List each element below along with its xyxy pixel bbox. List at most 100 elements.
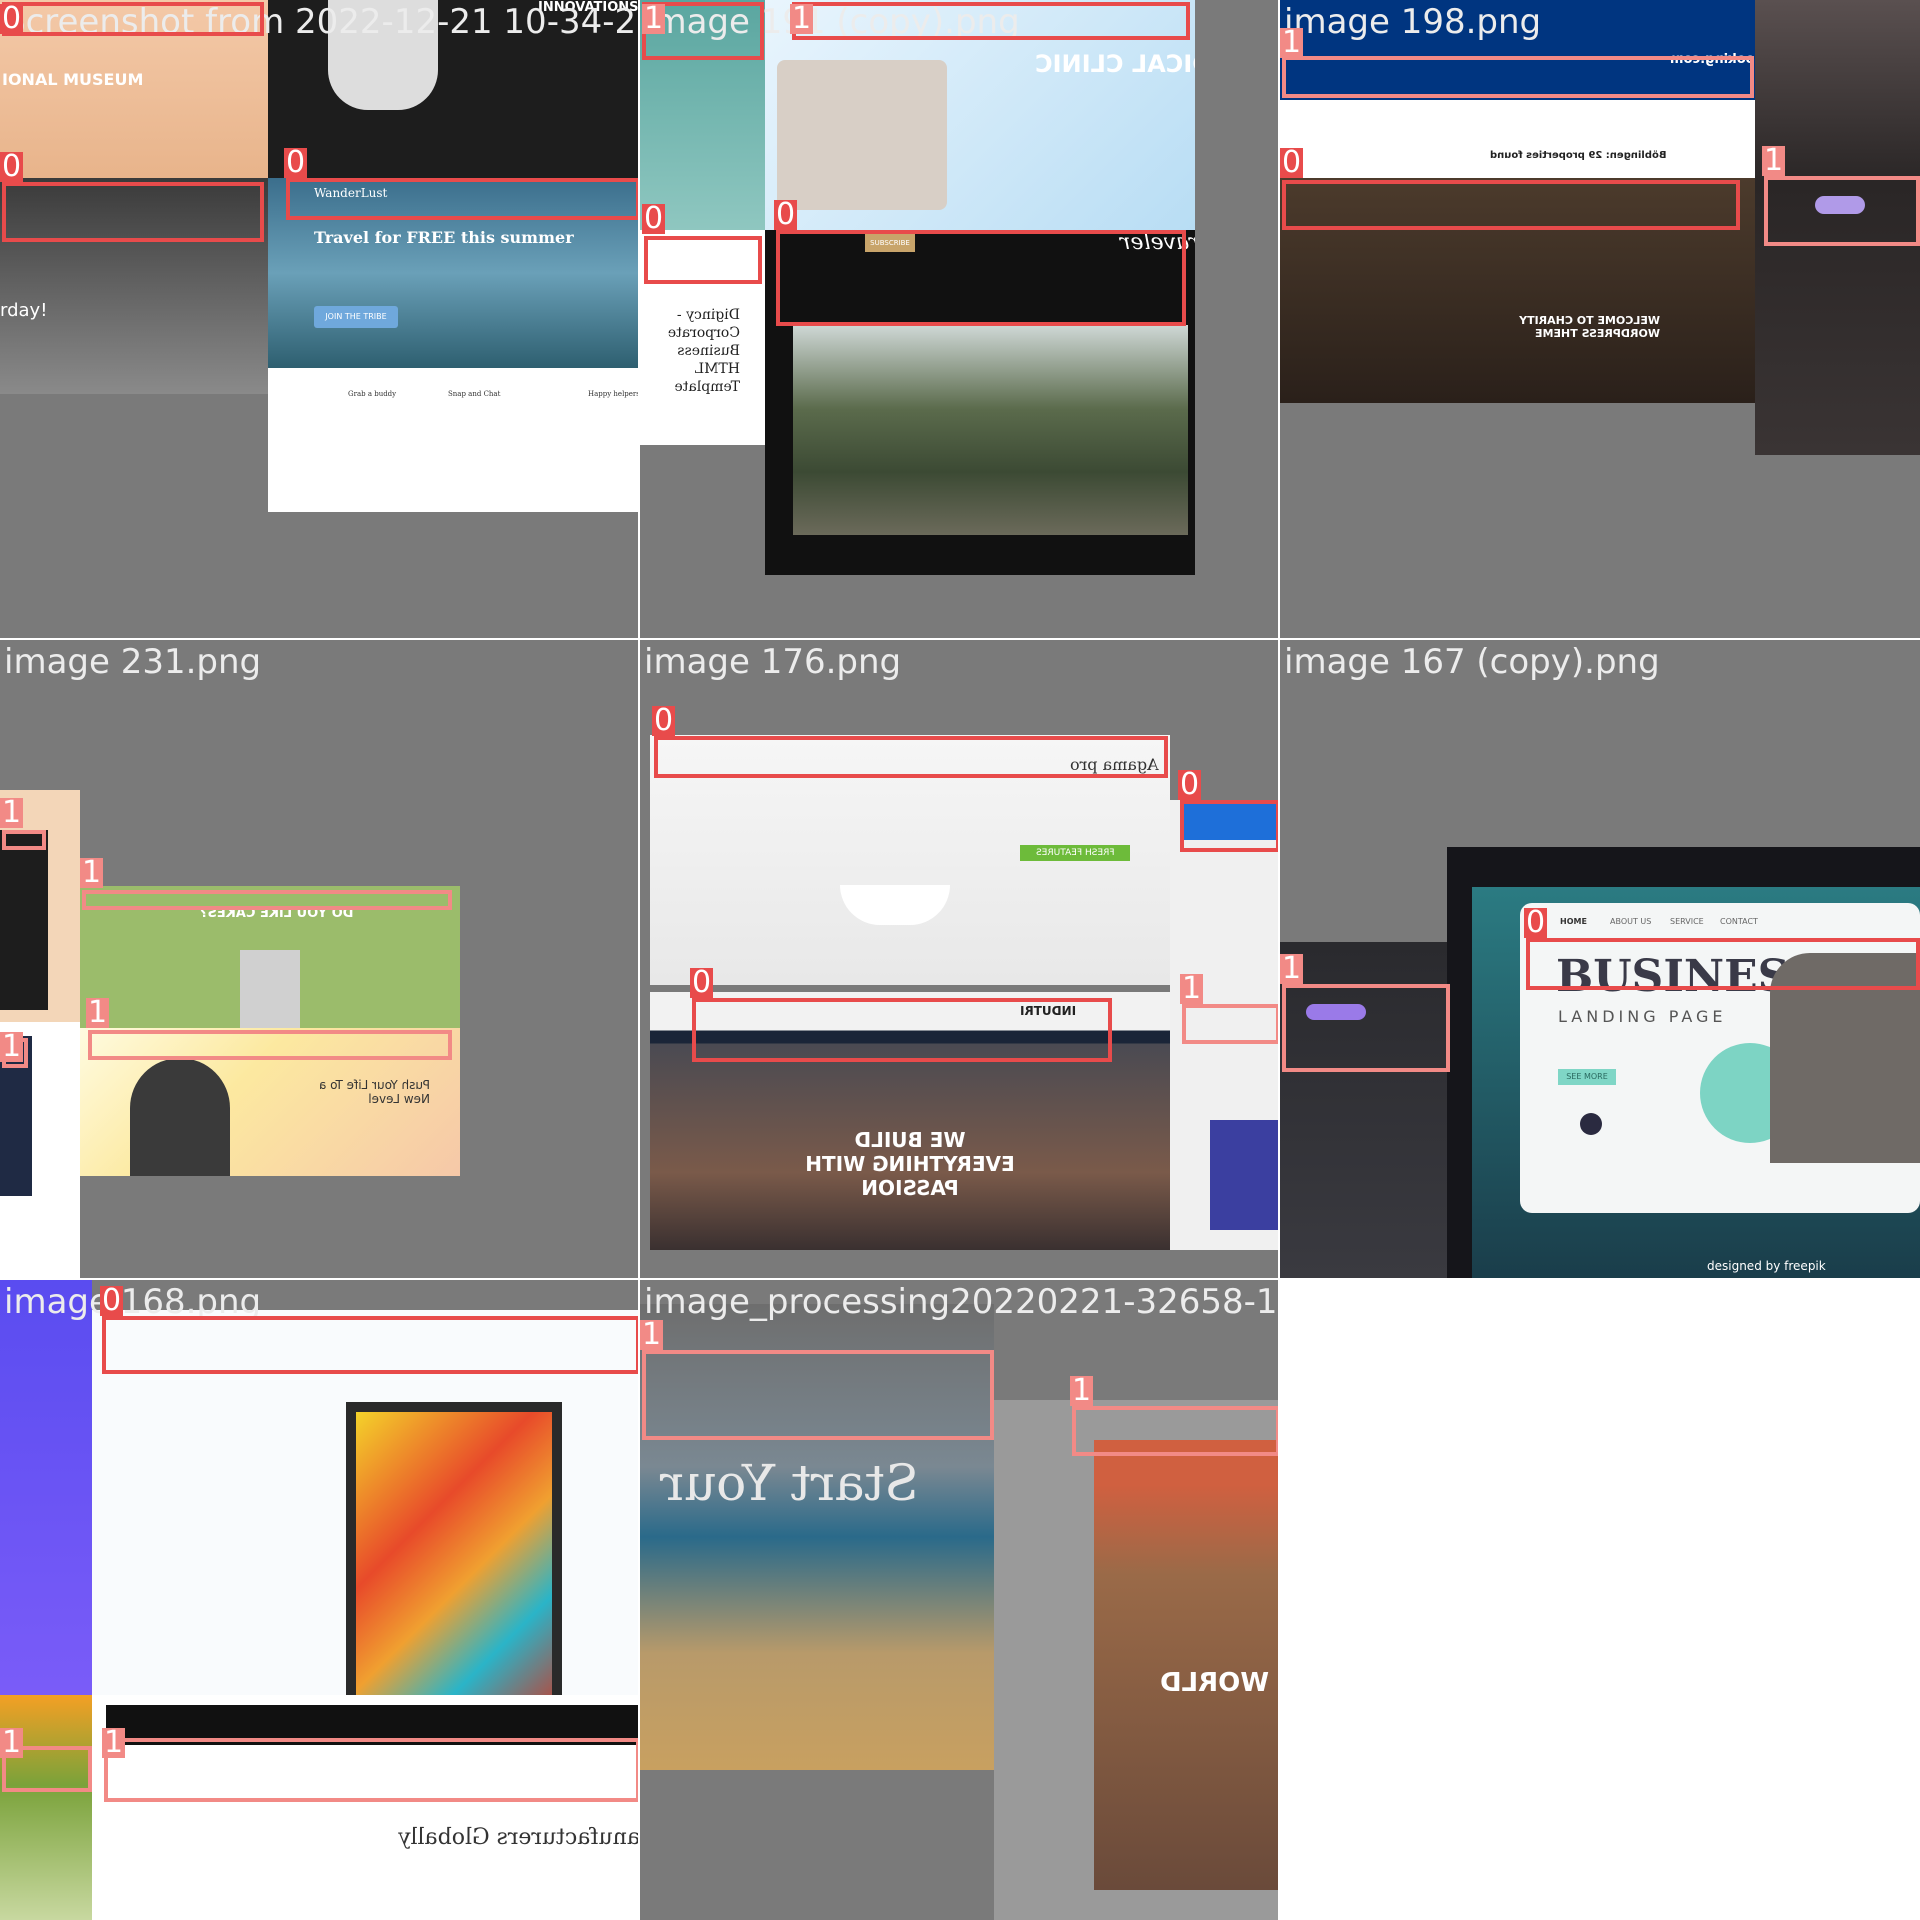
bbox-class1 — [1182, 1004, 1280, 1044]
divider — [0, 1278, 1920, 1280]
dark-phone — [0, 830, 48, 1010]
wanderlust-screenshot: WanderLust Travel for FREE this summer J… — [268, 178, 640, 512]
nav-about[interactable]: ABOUT US — [1610, 917, 1651, 926]
woman-photo — [130, 1058, 230, 1176]
start-your-heading: Start Your — [660, 1454, 919, 1512]
build-heading: WE BUILD EVERYTHING WITH PASSION — [805, 1128, 1015, 1200]
bbox-class0 — [1180, 800, 1280, 852]
purple-block — [1210, 1120, 1280, 1230]
bbox-label: 0 — [0, 149, 24, 184]
divider — [0, 638, 1920, 640]
tile-6: HOME ABOUT US SERVICE CONTACT BUSINESS L… — [1280, 640, 1920, 1280]
tile-1: IONAL MUSEUM rday! INNOVATIONS WanderLus… — [0, 0, 640, 640]
bbox-label: 1 — [790, 1, 814, 36]
bbox-label: 1 — [0, 795, 24, 830]
bbox-label: 0 — [642, 201, 666, 236]
resort-photo — [793, 325, 1188, 535]
bbox-label: 1 — [102, 1725, 126, 1760]
bbox-label: 1 — [0, 1029, 24, 1064]
bbox-class1 — [1764, 176, 1920, 246]
bbox-label: 0 — [284, 145, 308, 180]
tile-title: image 176.png — [644, 642, 902, 682]
bbox-class1 — [104, 1738, 640, 1802]
tile-5: Agama pro FRESH FEATURES INDUTRI WE BUIL… — [640, 640, 1280, 1280]
salad-bowl — [840, 885, 950, 925]
bbox-label: 0 — [0, 1, 24, 36]
bbox-class0 — [286, 178, 640, 220]
feature-1: Grab a buddy — [348, 390, 397, 398]
empty-cell — [1280, 1280, 1920, 1920]
today-text: rday! — [0, 300, 48, 321]
bbox-class1 — [88, 1030, 452, 1060]
tile-3: Booking.com Böblingen: 29 properties fou… — [1280, 0, 1920, 640]
bbox-label: 1 — [1280, 951, 1304, 986]
divider — [1278, 0, 1280, 1920]
bbox-label: 0 — [774, 197, 798, 232]
abstract-painting — [356, 1412, 552, 1695]
landing-subtitle: LANDING PAGE — [1558, 1007, 1727, 1026]
bbox-label: 0 — [1178, 767, 1202, 802]
doctor-photo — [777, 60, 947, 210]
bbox-class0 — [102, 1316, 640, 1374]
bbox-class1 — [2, 830, 46, 850]
bbox-label: 1 — [86, 995, 110, 1030]
wanderlust-headline: Travel for FREE this summer — [314, 228, 574, 247]
bbox-label: 0 — [690, 965, 714, 1000]
tile-title: image_processing20220221-32658-1ab6xg1.p… — [644, 1282, 1280, 1322]
bbox-class0 — [1526, 938, 1920, 990]
bbox-label: 1 — [1280, 25, 1304, 60]
feature-2: Snap and Chat — [448, 390, 501, 398]
bbox-label: 1 — [0, 1725, 24, 1760]
fresh-badge: FRESH FEATURES — [1020, 845, 1130, 861]
bbox-class1 — [642, 1350, 994, 1440]
bbox-label: 0 — [100, 1283, 124, 1318]
divider — [638, 0, 640, 1920]
booking-found: Böblingen: 29 properties found — [1490, 150, 1667, 161]
bbox-class1 — [82, 890, 452, 910]
tile-2: Digincy - Corporate Business HTML Templa… — [640, 0, 1280, 640]
bbox-label: 0 — [1280, 145, 1304, 180]
bbox-label: 1 — [1180, 971, 1204, 1006]
nav-contact[interactable]: CONTACT — [1720, 917, 1758, 926]
bbox-label: 1 — [80, 855, 104, 890]
bbox-class1 — [1072, 1406, 1280, 1456]
bbox-class0 — [654, 736, 1168, 778]
dot-decoration — [1580, 1113, 1602, 1135]
bbox-label: 0 — [652, 703, 676, 738]
tile-4: DO YOU LIKE CAKES? Push Your Life To a N… — [0, 640, 640, 1280]
bbox-class0 — [2, 2, 264, 36]
bbox-class1 — [1282, 56, 1754, 98]
manufacturers-screenshot: e Manufacturers Globally — [92, 1695, 640, 1920]
see-more-button[interactable]: SEE MORE — [1558, 1069, 1616, 1085]
bbox-label: 1 — [1762, 143, 1786, 178]
painting-frame — [346, 1402, 562, 1695]
manufacturers-heading: e Manufacturers Globally — [398, 1825, 640, 1850]
purple-strip — [0, 1280, 92, 1695]
bbox-class0 — [644, 236, 762, 284]
cake-image — [240, 950, 300, 1028]
pushlife-heading: Push Your Life To a New Level — [319, 1078, 430, 1106]
bbox-label: 0 — [1524, 905, 1548, 940]
bbox-class0 — [2, 182, 264, 242]
traveler-photo — [1094, 1440, 1280, 1890]
bbox-label: 1 — [1070, 1373, 1094, 1408]
bbox-class0 — [692, 998, 1112, 1062]
bbox-label: 1 — [640, 1317, 664, 1352]
tile-title: image 231.png — [4, 642, 262, 682]
charity-heading: WELCOME TO CHARITY WORDPRESS THEME — [1519, 314, 1660, 340]
join-tribe-button[interactable]: JOIN THE TRIBE — [314, 306, 398, 328]
tile-8: Start Your OLD WORLD image_processing202… — [640, 1280, 1280, 1920]
bbox-label: 1 — [642, 1, 666, 36]
bbox-class0 — [776, 230, 1186, 326]
business-frame: HOME ABOUT US SERVICE CONTACT BUSINESS L… — [1447, 847, 1920, 1280]
bbox-class0 — [1282, 180, 1740, 230]
tile-title: image 167 (copy).png — [1284, 642, 1660, 682]
museum-title: IONAL MUSEUM — [2, 70, 144, 89]
feature-3: Happy helpers — [588, 390, 640, 398]
designed-by: designed by freepik — [1707, 1259, 1826, 1273]
tile-7: e Manufacturers Globally image 168.png 0… — [0, 1280, 640, 1920]
old-world-heading: OLD WORLD — [1160, 1668, 1280, 1698]
nav-home[interactable]: HOME — [1560, 917, 1587, 926]
bbox-class1 — [792, 2, 1190, 40]
nav-service[interactable]: SERVICE — [1670, 917, 1704, 926]
